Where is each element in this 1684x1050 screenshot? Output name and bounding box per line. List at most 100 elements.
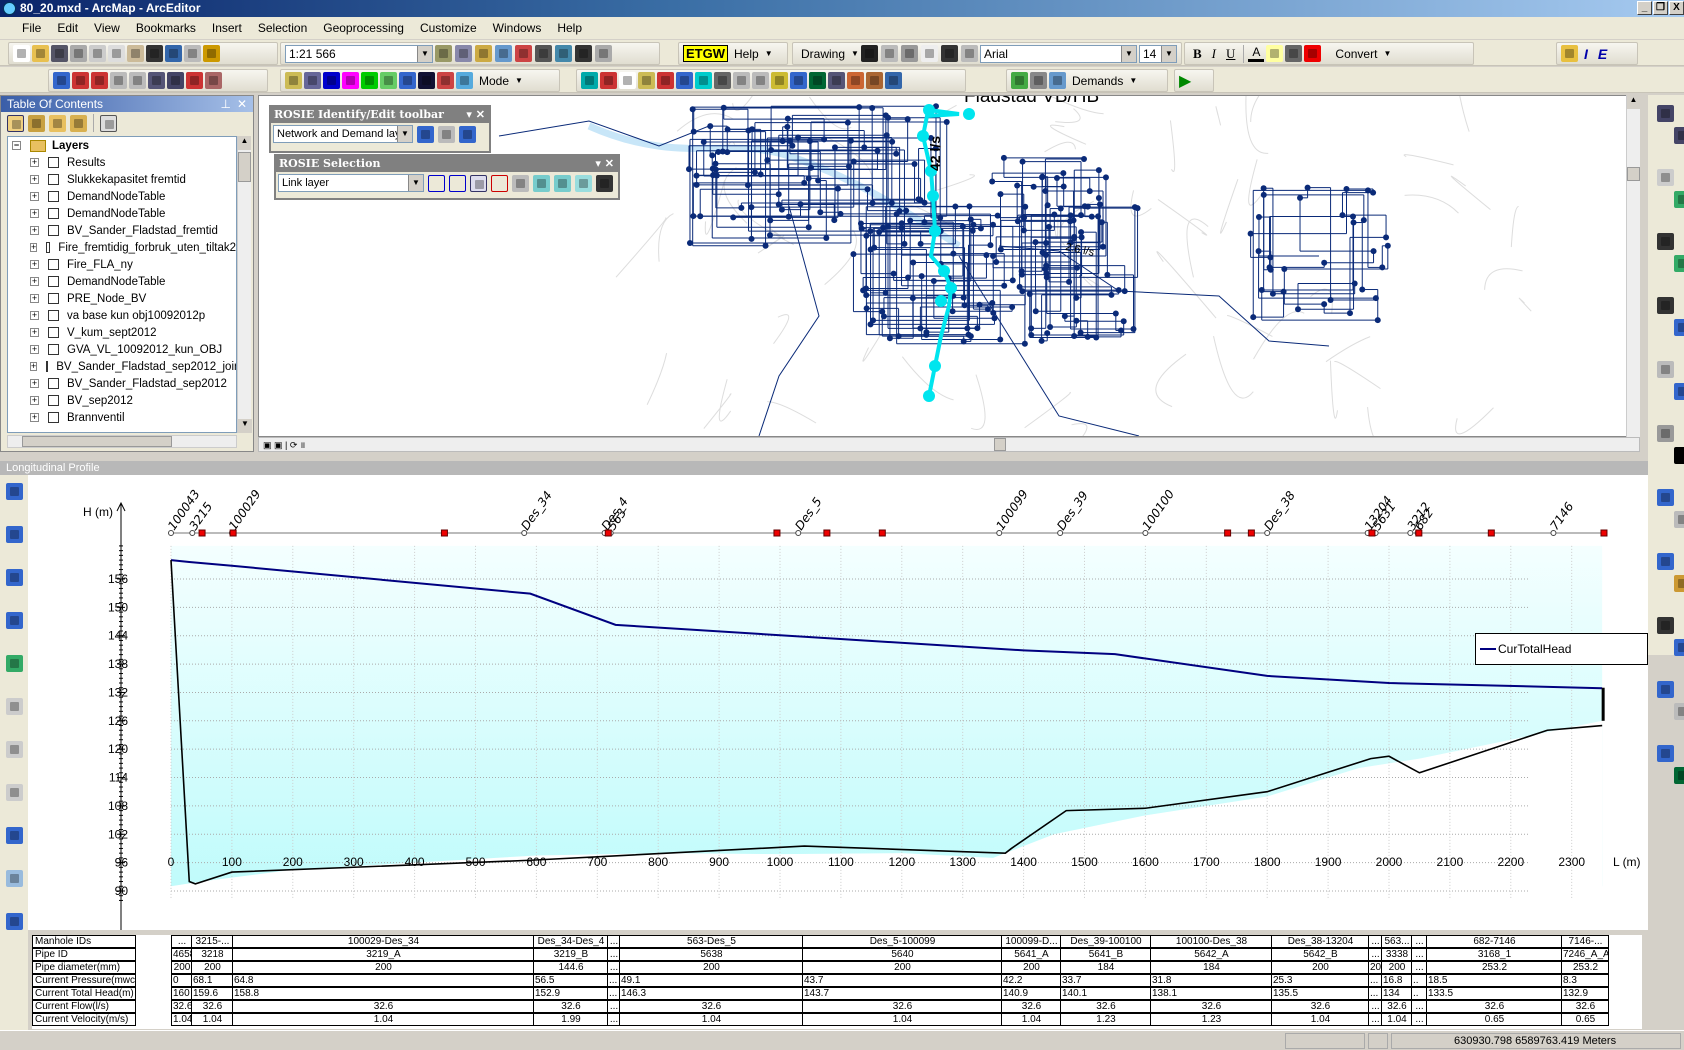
scroll-thumb[interactable] (1627, 167, 1640, 181)
print-icon[interactable] (70, 45, 87, 62)
help-menu-button[interactable]: Help (730, 47, 763, 61)
expand-icon[interactable]: + (30, 362, 38, 371)
layer-visibility-checkbox[interactable] (48, 344, 59, 355)
trace-down-icon[interactable] (72, 72, 89, 89)
globe-icon[interactable] (1674, 255, 1684, 272)
node-icon[interactable] (323, 72, 340, 89)
hyperlink-icon[interactable] (1674, 511, 1684, 528)
expand-icon[interactable]: + (30, 175, 39, 184)
italic-e-tool-icon[interactable]: E (1594, 46, 1611, 62)
layers-root[interactable]: − Layers (8, 137, 236, 154)
expand-icon[interactable]: + (30, 311, 39, 320)
toc-layer-item[interactable]: + DemandNodeTable (8, 205, 236, 222)
menu-geoprocessing[interactable]: Geoprocessing (315, 21, 412, 35)
dropdown-arrow-icon[interactable]: ▼ (1120, 45, 1136, 62)
toc-layer-item[interactable]: + BV_Sander_Fladstad_fremtid (8, 222, 236, 239)
expand-icon[interactable]: + (30, 345, 39, 354)
menu-customize[interactable]: Customize (412, 21, 485, 35)
expand-icon[interactable]: + (30, 396, 39, 405)
zoom-out-icon[interactable] (6, 612, 23, 629)
toc-layer-item[interactable]: + Results (8, 154, 236, 171)
trace-up-icon[interactable] (53, 72, 70, 89)
key-icon[interactable] (581, 72, 598, 89)
pin-icon[interactable]: ⊥ (221, 96, 231, 112)
undo-icon[interactable] (165, 45, 182, 62)
expand-icon[interactable]: + (30, 158, 39, 167)
menu-bookmarks[interactable]: Bookmarks (128, 21, 204, 35)
toc-layer-item[interactable]: + BV_sep2012 (8, 392, 236, 409)
expand-icon[interactable]: + (30, 192, 39, 201)
menu-edit[interactable]: Edit (49, 21, 86, 35)
selection-layer-select[interactable]: Link layer ▼ (278, 174, 424, 192)
toc-layer-item[interactable]: + PRE_Node_BV (8, 290, 236, 307)
redo-icon[interactable] (184, 45, 201, 62)
network-table-icon[interactable] (148, 72, 165, 89)
new-document-icon[interactable] (13, 45, 30, 62)
search-window-icon[interactable] (495, 45, 512, 62)
list-by-source-icon[interactable] (28, 114, 45, 132)
globe-icon[interactable] (885, 72, 902, 89)
export-icon[interactable] (6, 827, 23, 844)
layer-visibility-checkbox[interactable] (46, 361, 49, 372)
bold-button[interactable]: B (1189, 46, 1206, 62)
scroll-thumb[interactable] (994, 438, 1006, 451)
fixed-zoom-out-icon[interactable] (1657, 297, 1674, 314)
toc-close-icon[interactable]: ✕ (237, 96, 247, 112)
trace-list-icon[interactable] (91, 72, 108, 89)
zoom-box-icon[interactable] (6, 526, 23, 543)
pan-icon[interactable] (1657, 169, 1674, 186)
users-icon[interactable] (866, 72, 883, 89)
find-icon[interactable] (1657, 617, 1674, 634)
edit-icon[interactable] (438, 125, 455, 143)
open-icon[interactable] (32, 45, 49, 62)
move-up-icon[interactable] (733, 72, 750, 89)
edit-vertices-icon[interactable] (960, 45, 978, 62)
run-simulation-icon[interactable]: ▶ (1179, 71, 1191, 91)
toc-layer-item[interactable]: + BV_Sander_Fladstad_sep2012 (8, 375, 236, 392)
menu-help[interactable]: Help (549, 21, 590, 35)
valve-icon[interactable] (361, 72, 378, 89)
python-icon[interactable] (535, 45, 552, 62)
back-extent-icon[interactable] (1674, 319, 1684, 336)
select-rectangle-icon[interactable] (428, 174, 445, 192)
table-toggle-icon[interactable] (6, 870, 23, 887)
edit-feature-icon[interactable] (676, 72, 693, 89)
magic-wand-icon[interactable] (1561, 45, 1578, 62)
layer-visibility-checkbox[interactable] (48, 276, 59, 287)
italic-i-tool-icon[interactable]: I (1580, 46, 1592, 62)
pencil-icon[interactable] (771, 72, 788, 89)
expand-icon[interactable]: + (30, 294, 39, 303)
toc-window-icon[interactable] (455, 45, 472, 62)
copy-icon[interactable] (108, 45, 125, 62)
select-polygon-icon[interactable] (449, 174, 466, 192)
open-folder-icon[interactable] (285, 72, 302, 89)
list-by-selection-icon[interactable] (70, 114, 87, 132)
pipe-icon[interactable] (342, 72, 359, 89)
scissors-icon[interactable] (714, 72, 731, 89)
layer-visibility-checkbox[interactable] (48, 259, 59, 270)
add-data-icon[interactable] (203, 45, 220, 62)
zoom-in-icon[interactable] (6, 569, 23, 586)
collapse-icon[interactable]: − (12, 141, 21, 150)
line-color-icon[interactable] (1285, 45, 1303, 62)
sketch-icon[interactable] (790, 72, 807, 89)
expand-icon[interactable]: + (30, 226, 39, 235)
model-builder-icon[interactable] (555, 45, 572, 62)
attributes-icon[interactable] (847, 72, 864, 89)
zoom-out-icon[interactable] (1674, 127, 1684, 144)
add-select-icon[interactable] (533, 174, 550, 192)
cut-icon[interactable] (89, 45, 106, 62)
font-combo[interactable]: Arial ▼ (979, 44, 1137, 63)
font-size-combo[interactable]: 14 ▼ (1138, 44, 1177, 63)
fill-color-icon[interactable] (1266, 45, 1284, 62)
toc-layer-item[interactable]: + V_kum_sept2012 (8, 324, 236, 341)
toc-layer-item[interactable]: + Fire_fremtidig_forbruk_uten_tiltak2 (8, 239, 236, 256)
dropdown-arrow-icon[interactable]: ▼ (1161, 45, 1176, 62)
layer-visibility-checkbox[interactable] (46, 242, 51, 253)
layer-visibility-checkbox[interactable] (48, 157, 59, 168)
layer-visibility-checkbox[interactable] (48, 191, 59, 202)
layer-visibility-checkbox[interactable] (48, 327, 59, 338)
zoom-in-icon[interactable] (1657, 105, 1674, 122)
move-down-icon[interactable] (752, 72, 769, 89)
minimize-button[interactable]: _ (1637, 1, 1652, 15)
